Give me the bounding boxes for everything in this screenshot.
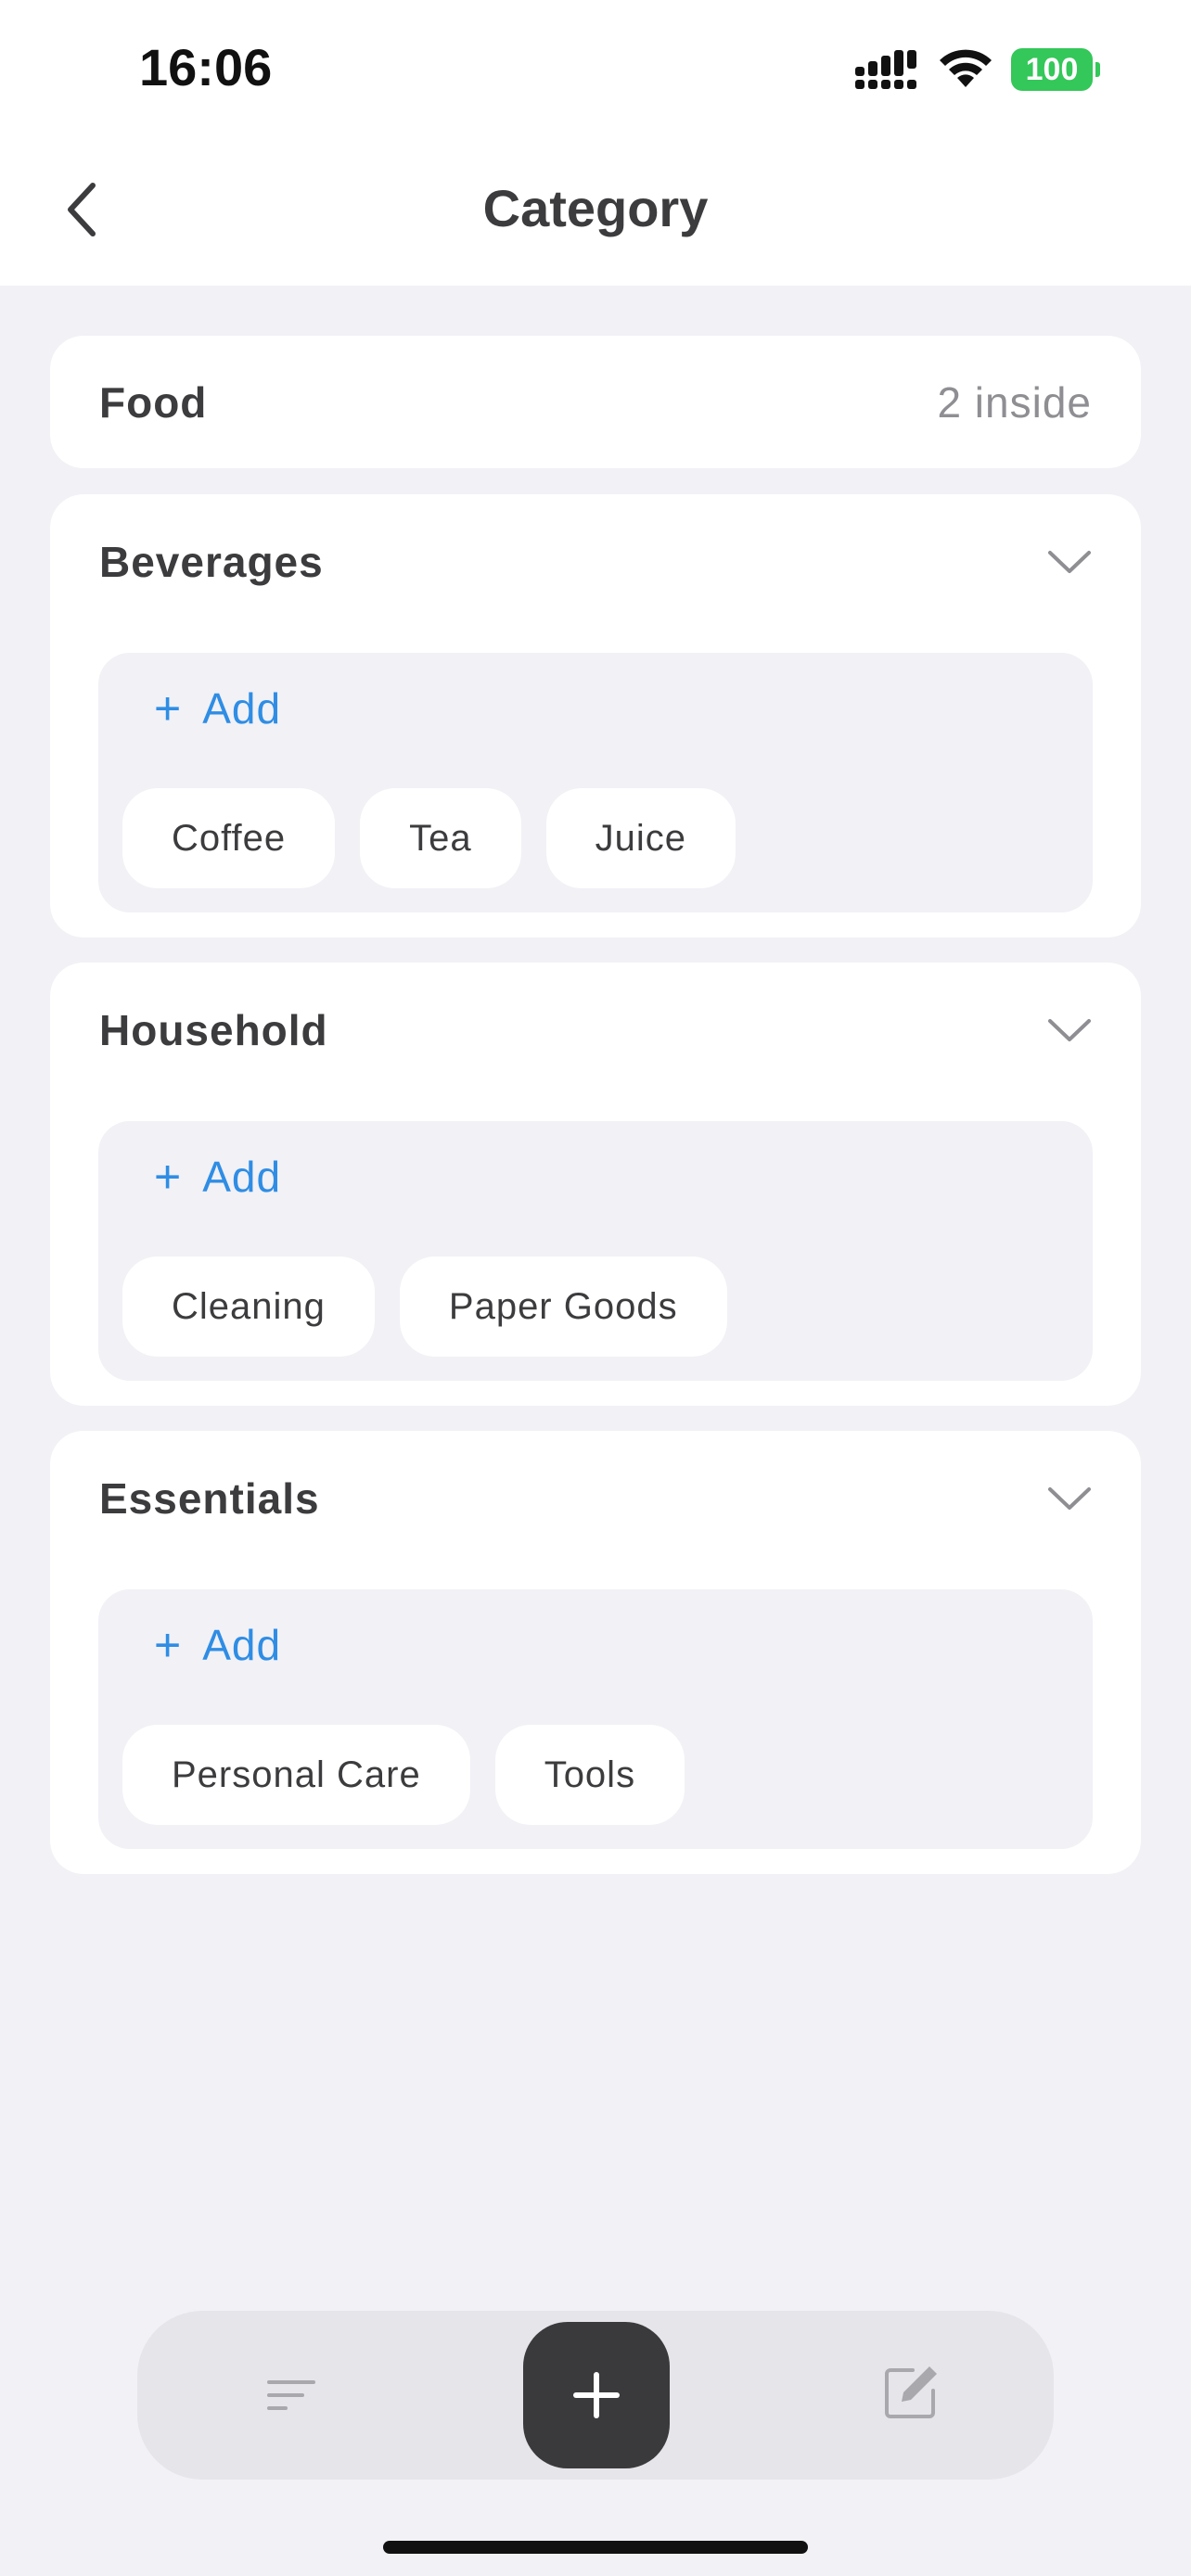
edit-icon[interactable]: [877, 2359, 944, 2426]
category-title: Food: [99, 378, 208, 427]
category-card-essentials: Essentials + Add Personal Care Tools: [50, 1431, 1141, 1874]
subcategory-list: Cleaning Paper Goods: [122, 1256, 727, 1357]
add-subcategory-button[interactable]: + Add: [154, 1149, 281, 1205]
subcategory-panel: + Add Coffee Tea Juice: [98, 653, 1093, 912]
subcategory-chip[interactable]: Juice: [545, 788, 736, 888]
add-label: Add: [202, 1153, 282, 1201]
subcategory-chip[interactable]: Cleaning: [122, 1256, 375, 1357]
subcategory-list: Coffee Tea Juice: [122, 788, 736, 888]
category-card-household: Household + Add Cleaning Paper Goods: [50, 963, 1141, 1406]
plus-icon: +: [154, 682, 183, 734]
list-icon[interactable]: [258, 2362, 325, 2429]
category-card-food[interactable]: Food 2 inside: [50, 336, 1141, 468]
category-title: Household: [99, 1006, 328, 1054]
subcategory-list: Personal Care Tools: [122, 1725, 685, 1825]
plus-icon: +: [154, 1619, 183, 1671]
category-card-beverages: Beverages + Add Coffee Tea Juice: [50, 494, 1141, 937]
category-title: Beverages: [99, 538, 324, 586]
battery-cap: [1095, 62, 1100, 77]
home-indicator: [383, 2541, 808, 2554]
chevron-down-icon[interactable]: [1046, 1016, 1093, 1044]
wifi-icon: [940, 49, 992, 87]
chevron-left-icon: [68, 183, 96, 236]
subcategory-chip[interactable]: Tea: [360, 788, 521, 888]
add-label: Add: [202, 1621, 282, 1669]
status-bar: 16:06 100: [0, 0, 1191, 139]
page-title: Category: [482, 179, 709, 237]
chevron-down-icon[interactable]: [1046, 548, 1093, 576]
subcategory-chip[interactable]: Tools: [494, 1725, 685, 1825]
add-subcategory-button[interactable]: + Add: [154, 1617, 281, 1673]
subcategory-panel: + Add Cleaning Paper Goods: [98, 1121, 1093, 1381]
signal-icon: [855, 50, 916, 89]
add-subcategory-button[interactable]: + Add: [154, 681, 281, 736]
subcategory-chip[interactable]: Coffee: [122, 788, 336, 888]
subcategory-panel: + Add Personal Care Tools: [98, 1589, 1093, 1849]
status-time: 16:06: [139, 38, 273, 96]
plus-icon: +: [154, 1151, 183, 1203]
add-label: Add: [202, 684, 282, 733]
battery-level: 100: [1011, 48, 1093, 91]
subcategory-chip[interactable]: Paper Goods: [399, 1256, 727, 1357]
chevron-down-icon[interactable]: [1046, 1485, 1093, 1512]
bottom-toolbar: [137, 2311, 1054, 2480]
plus-icon: [573, 2372, 620, 2418]
add-category-button[interactable]: [523, 2322, 670, 2468]
subcategory-chip[interactable]: Personal Care: [122, 1725, 470, 1825]
back-button[interactable]: [45, 172, 119, 247]
battery-icon: 100: [1011, 48, 1100, 91]
nav-bar: Category: [0, 139, 1191, 286]
category-title: Essentials: [99, 1474, 320, 1523]
category-count: 2 inside: [937, 378, 1092, 427]
